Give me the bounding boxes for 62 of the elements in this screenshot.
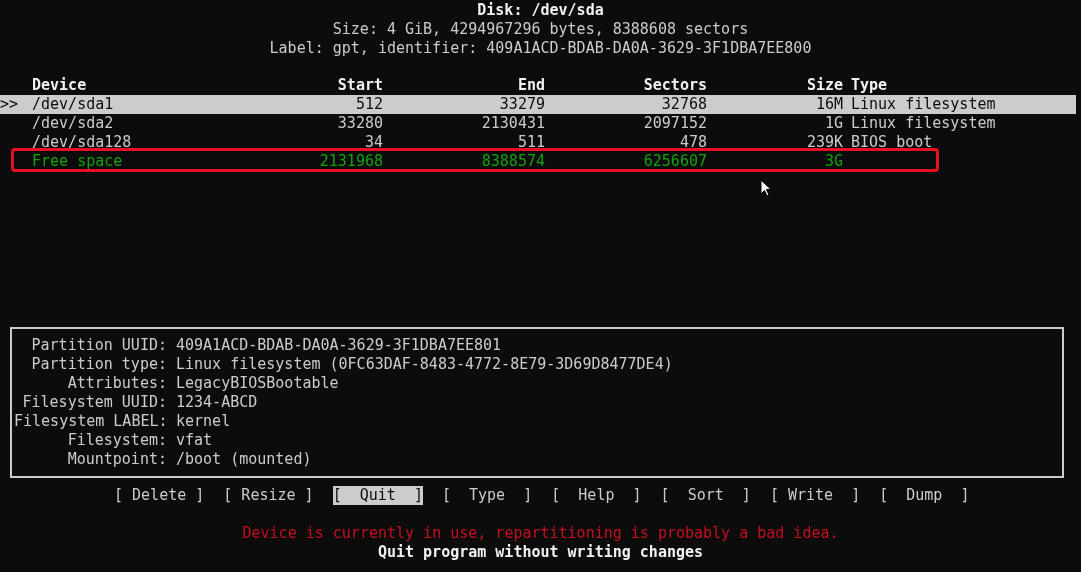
table-cell: 16M [815, 95, 843, 114]
partition-row[interactable]: Free space 2131968 8388574 6256607 3G [0, 152, 1076, 171]
detail-value: 409A1ACD-BDAB-DA0A-3629-3F1DBA7EE801 [176, 336, 502, 355]
cursor-marker: >> [0, 95, 20, 114]
table-cell: 2130431 [481, 114, 545, 133]
table-cell: 3G [824, 152, 843, 171]
table-cell: 239K [806, 133, 843, 152]
detail-label: Attributes: [66, 374, 167, 393]
disk-size: Size: 4 GiB, 4294967296 bytes, 8388608 sectors [332, 20, 749, 39]
table-cell: 478 [679, 133, 707, 152]
table-cell: Linux filesystem [851, 95, 996, 114]
column-header: Sectors [643, 76, 707, 95]
mouse-pointer-icon [760, 179, 772, 197]
table-cell: 511 [517, 133, 545, 152]
table-cell: 2097152 [643, 114, 707, 133]
warning-message: Device is currently in use, repartitioning is probably a bad idea. [242, 524, 839, 543]
table-cell: 33279 [499, 95, 545, 114]
table-cell: /dev/sda2 [32, 114, 114, 133]
table-cell: 2131968 [319, 152, 383, 171]
column-header: Start [337, 76, 383, 95]
column-header: Size [806, 76, 843, 95]
detail-label: Filesystem: [66, 431, 167, 450]
table-cell: /dev/sda1 [32, 95, 114, 114]
menu-button[interactable]: [ Dump ] [879, 486, 970, 505]
table-cell: 6256607 [643, 152, 707, 171]
table-cell: 512 [355, 95, 383, 114]
detail-value: Linux filesystem (0FC63DAF-8483-4772-8E79-3D69D8477DE4) [176, 355, 673, 374]
menu-button[interactable]: [ Write ] [769, 486, 861, 505]
detail-label: Partition UUID: [30, 336, 167, 355]
status-message: Quit program without writing changes [377, 543, 704, 562]
partition-row[interactable]: /dev/sda128 34 511 478 239K BIOS boot [0, 133, 1076, 152]
table-cell: /dev/sda128 [32, 133, 132, 152]
menu-button[interactable]: [ Help ] [551, 486, 642, 505]
column-header: Type [851, 76, 888, 95]
partition-row[interactable]: >> /dev/sda1 512 33279 32768 16M Linux filesystem [0, 95, 1076, 114]
menu-button[interactable]: [ Quit ] [332, 486, 423, 505]
menu-button[interactable]: [ Resize ] [223, 486, 314, 505]
table-cell: BIOS boot [851, 133, 933, 152]
table-cell: Linux filesystem [851, 114, 996, 133]
detail-label: Mountpoint: [66, 450, 167, 469]
table-cell: 1G [824, 114, 843, 133]
detail-value: vfat [176, 431, 213, 450]
detail-value: kernel [176, 412, 231, 431]
column-header: Device [32, 76, 87, 95]
detail-value: 1234-ABCD [176, 393, 258, 412]
detail-label: Filesystem LABEL: [14, 412, 167, 431]
table-cell: 32768 [661, 95, 707, 114]
detail-value: LegacyBIOSBootable [176, 374, 339, 393]
table-cell: 8388574 [481, 152, 545, 171]
menu-button[interactable]: [ Type ] [441, 486, 533, 505]
menu-button[interactable]: [ Delete ] [114, 486, 205, 505]
column-header: End [517, 76, 545, 95]
partition-row[interactable]: /dev/sda2 33280 2130431 2097152 1G Linux filesystem [0, 114, 1076, 133]
table-cell: 34 [364, 133, 383, 152]
detail-value: /boot (mounted) [176, 450, 312, 469]
table-cell: 33280 [337, 114, 383, 133]
detail-label: Partition type: [30, 355, 167, 374]
menu-button[interactable]: [ Sort ] [660, 486, 751, 505]
detail-label: Filesystem UUID: [21, 393, 167, 412]
table-cell: Free space [32, 152, 123, 171]
disk-label: Label: gpt, identifier: 409A1ACD-BDAB-DA0A-3629-3F1DBA7EE800 [269, 39, 812, 58]
disk-title: Disk: /dev/sda [477, 1, 604, 20]
